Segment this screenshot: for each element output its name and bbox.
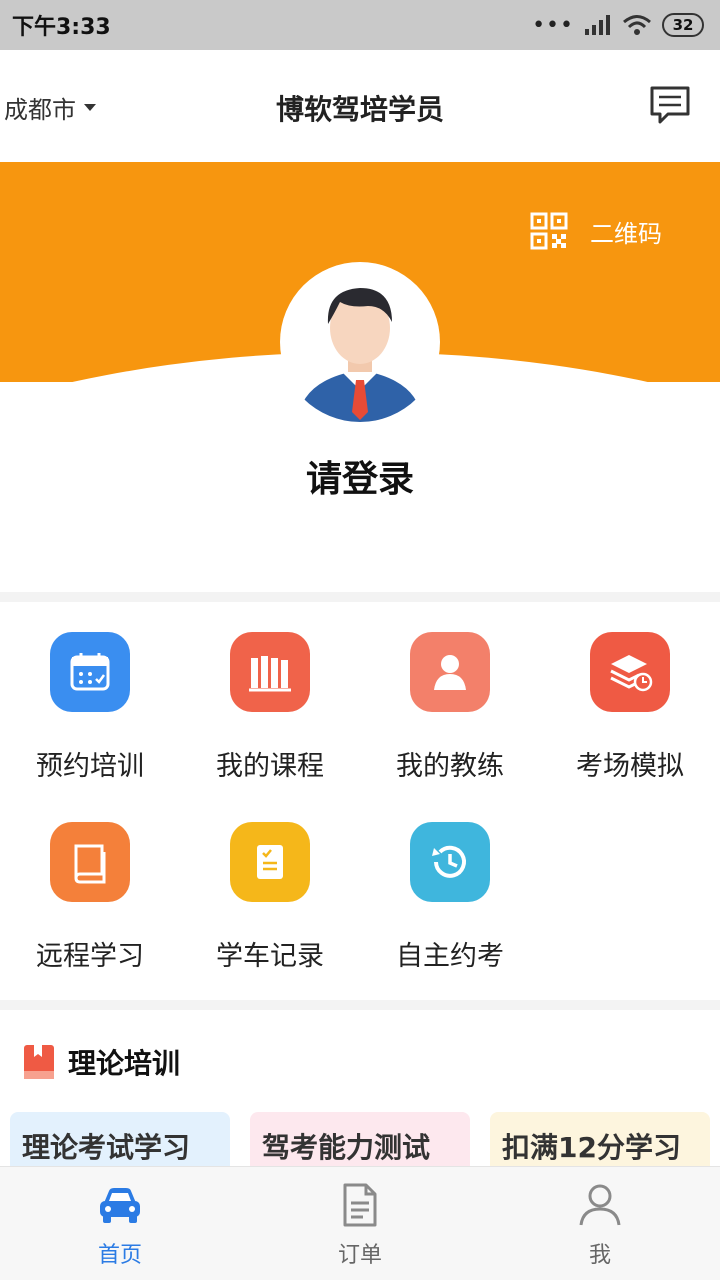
- menu-item-label: 学车记录: [216, 941, 324, 972]
- menu-item-exam-sim[interactable]: 考场模拟: [540, 602, 720, 782]
- menu-item-remote-study[interactable]: 远程学习: [0, 792, 180, 972]
- document-icon: [343, 1183, 377, 1227]
- menu-item-courses[interactable]: 我的课程: [180, 602, 360, 782]
- tab-me[interactable]: 我: [480, 1167, 720, 1280]
- menu-item-label: 自主约考: [396, 941, 504, 972]
- book-mark-icon: [24, 1045, 54, 1079]
- section-header: 理论培训: [22, 1042, 180, 1082]
- tab-label: 我: [588, 1243, 611, 1268]
- qr-code-label: 二维码: [590, 219, 662, 248]
- book-icon: [50, 822, 130, 902]
- history-icon: [410, 822, 490, 902]
- card-label: 扣满12分学习: [502, 1131, 681, 1164]
- user-icon: [579, 1184, 621, 1226]
- status-icons: ••• 32: [532, 13, 704, 38]
- theory-section: 理论培训 理论考试学习 驾考能力测试 扣满12分学习: [0, 1010, 720, 1192]
- menu-item-label: 我的教练: [396, 751, 504, 782]
- login-prompt[interactable]: 请登录: [0, 450, 720, 502]
- clipboard-icon: [230, 822, 310, 902]
- menu-item-coach[interactable]: 我的教练: [360, 602, 540, 782]
- tab-label: 首页: [97, 1243, 142, 1268]
- layers-clock-icon: [590, 632, 670, 712]
- tab-orders[interactable]: 订单: [240, 1167, 480, 1280]
- avatar[interactable]: [280, 262, 440, 422]
- battery-indicator: 32: [662, 13, 704, 37]
- qr-code-button[interactable]: 二维码: [530, 212, 662, 250]
- profile-banner: 二维码 请登录: [0, 162, 720, 592]
- page-title: 博软驾培学员: [275, 93, 444, 126]
- bottom-tab-bar: 首页 订单 我: [0, 1166, 720, 1280]
- message-icon[interactable]: [648, 84, 692, 128]
- menu-item-label: 预约培训: [36, 751, 144, 782]
- menu-item-label: 远程学习: [36, 941, 144, 972]
- card-label: 理论考试学习: [22, 1131, 191, 1164]
- menu-item-driving-record[interactable]: 学车记录: [180, 792, 360, 972]
- avatar-icon: [298, 288, 422, 422]
- books-icon: [230, 632, 310, 712]
- tab-home[interactable]: 首页: [0, 1167, 240, 1280]
- calendar-icon: [50, 632, 130, 712]
- status-time: 下午3:33: [12, 15, 111, 40]
- car-icon: [100, 1188, 140, 1223]
- signal-dots: •••: [532, 12, 574, 38]
- menu-item-self-exam[interactable]: 自主约考: [360, 792, 540, 972]
- person-icon: [410, 632, 490, 712]
- wifi-icon: [623, 15, 651, 35]
- card-label: 驾考能力测试: [262, 1131, 431, 1164]
- menu-item-label: 我的课程: [216, 751, 324, 782]
- menu-item-booking[interactable]: 预约培训: [0, 602, 180, 782]
- signal-icon: [585, 15, 610, 35]
- menu-item-label: 考场模拟: [576, 751, 684, 782]
- section-title: 理论培训: [68, 1047, 181, 1080]
- tab-label: 订单: [337, 1243, 382, 1268]
- function-menu: 预约培训 我的课程 我的教练 考场模拟 远程学习 学车记录 自主约考: [0, 602, 720, 1000]
- status-bar: 下午3:33 ••• 32: [0, 0, 720, 50]
- qr-code-icon: [530, 212, 568, 250]
- app-bar: 成都市 博软驾培学员: [0, 50, 720, 162]
